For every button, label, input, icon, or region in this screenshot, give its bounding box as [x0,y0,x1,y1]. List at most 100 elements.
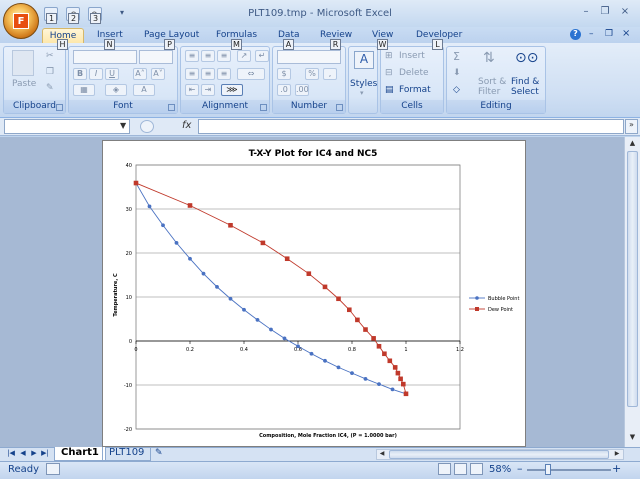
styles-icon[interactable]: A [354,51,374,69]
copy-icon[interactable]: ❐ [46,67,54,77]
paste-button[interactable]: Paste [12,79,36,89]
sort-filter-button[interactable]: Sort & Filter [478,77,506,97]
font-color-button[interactable]: A [133,84,155,96]
last-sheet-icon[interactable]: ▶| [40,449,50,459]
number-format-combo[interactable] [277,50,341,64]
font-size-combo[interactable] [139,50,173,64]
orientation-dropdown-icon[interactable]: ⋙ [221,84,243,96]
align-center-icon[interactable]: ≡ [201,68,215,80]
number-launcher-icon[interactable] [336,104,343,111]
styles-button[interactable]: Styles [350,79,377,89]
name-box-dropdown-icon[interactable]: ▼ [120,121,126,130]
paste-icon[interactable] [12,50,34,76]
grow-font-button[interactable]: A˄ [133,68,147,80]
cut-icon[interactable]: ✂ [46,51,54,61]
doc-restore-button[interactable]: ❐ [605,29,613,39]
insert-cells-button[interactable]: Insert [399,51,425,61]
doc-close-button[interactable]: × [622,28,630,39]
currency-button[interactable]: $ [277,68,291,80]
office-button[interactable]: F [3,3,39,39]
percent-button[interactable]: % [305,68,319,80]
sheet-tab-plt109[interactable]: PLT109 [102,447,152,461]
normal-view-icon[interactable] [438,463,451,475]
insert-cells-icon[interactable]: ⊞ [385,51,393,61]
fill-icon[interactable]: ⬇ [453,68,461,78]
doc-minimize-button[interactable]: – [589,29,594,39]
page-layout-view-icon[interactable] [454,463,467,475]
next-sheet-icon[interactable]: ▶ [29,449,39,459]
merge-center-icon[interactable]: ⇔ [237,68,265,80]
bold-button[interactable]: B [73,68,87,80]
fill-color-icon[interactable]: ◈ [105,84,127,96]
clear-icon[interactable]: ◇ [453,85,460,95]
data-point [376,343,382,349]
font-label: Font [69,100,177,113]
first-sheet-icon[interactable]: |◀ [6,449,16,459]
minimize-button[interactable]: – [579,6,593,18]
find-select-button[interactable]: Find & Select [511,77,539,97]
insert-function-button[interactable]: fx [182,120,191,131]
keytip-formulas: M [231,39,242,50]
scroll-up-icon[interactable]: ▲ [627,139,638,150]
italic-button[interactable]: I [89,68,103,80]
vertical-scroll-thumb[interactable] [627,151,638,407]
decrease-decimal-icon[interactable]: .00 [295,84,309,96]
chart-area[interactable]: T-X-Y Plot for IC4 and NC5 40 30 20 10 0 -10 -2… [102,140,526,447]
formula-cancel-icon[interactable] [140,120,154,133]
orientation-icon[interactable]: ↗ [237,50,251,62]
comma-button[interactable]: , [323,68,337,80]
y-tick-label: 20 [126,251,132,257]
prev-sheet-icon[interactable]: ◀ [18,449,28,459]
zoom-level[interactable]: 58% [489,464,511,475]
help-icon[interactable]: ? [570,29,581,40]
align-right-icon[interactable]: ≡ [217,68,231,80]
align-top-icon[interactable]: ≡ [185,50,199,62]
alignment-launcher-icon[interactable] [260,104,267,111]
align-bottom-icon[interactable]: ≡ [217,50,231,62]
horizontal-scroll-thumb[interactable] [389,450,609,459]
name-box[interactable] [4,119,130,134]
data-point [133,180,139,186]
macro-record-icon[interactable] [46,463,60,475]
decrease-indent-icon[interactable]: ⇤ [185,84,199,96]
format-painter-icon[interactable]: ✎ [46,83,54,93]
data-point [392,365,398,370]
zoom-slider-thumb[interactable] [545,464,551,475]
font-launcher-icon[interactable] [168,104,175,111]
wrap-text-icon[interactable]: ↵ [255,50,269,62]
sheet-tab-chart1[interactable]: Chart1 [54,447,106,461]
delete-cells-icon[interactable]: ⊟ [385,68,393,78]
align-left-icon[interactable]: ≡ [185,68,199,80]
find-select-line2: Select [511,87,539,97]
underline-button[interactable]: U [105,68,119,80]
align-middle-icon[interactable]: ≡ [201,50,215,62]
zoom-in-button[interactable]: + [612,462,621,475]
vertical-scrollbar[interactable]: ▲ ▼ [624,137,640,447]
styles-dropdown-icon[interactable]: ▾ [360,89,364,97]
horizontal-scrollbar[interactable]: ◀ ▶ [376,449,624,460]
sort-filter-icon[interactable]: ⇅ [483,50,495,66]
binoculars-icon[interactable]: ⊙⊙ [515,50,538,66]
increase-indent-icon[interactable]: ⇥ [201,84,215,96]
zoom-slider-track[interactable] [527,469,611,471]
delete-cells-button[interactable]: Delete [399,68,429,78]
format-cells-button[interactable]: Format [399,85,431,95]
shrink-font-button[interactable]: A˅ [151,68,165,80]
formula-input[interactable] [198,119,624,134]
increase-decimal-icon[interactable]: .0 [277,84,291,96]
font-name-combo[interactable] [73,50,137,64]
scroll-left-icon[interactable]: ◀ [377,450,387,459]
borders-icon[interactable]: ▦ [73,84,95,96]
zoom-out-button[interactable]: – [517,462,523,475]
insert-sheet-icon[interactable]: ✎ [155,448,163,458]
format-cells-icon[interactable]: ▤ [385,85,394,95]
scroll-right-icon[interactable]: ▶ [612,450,622,459]
expand-formula-bar-icon[interactable]: » [625,119,638,134]
close-button[interactable]: × [618,6,632,18]
page-break-view-icon[interactable] [470,463,483,475]
find-select-line1: Find & [511,77,540,87]
autosum-button[interactable]: Σ [453,50,460,63]
restore-button[interactable]: ❐ [598,6,612,18]
scroll-down-icon[interactable]: ▼ [627,433,638,444]
clipboard-launcher-icon[interactable] [56,104,63,111]
